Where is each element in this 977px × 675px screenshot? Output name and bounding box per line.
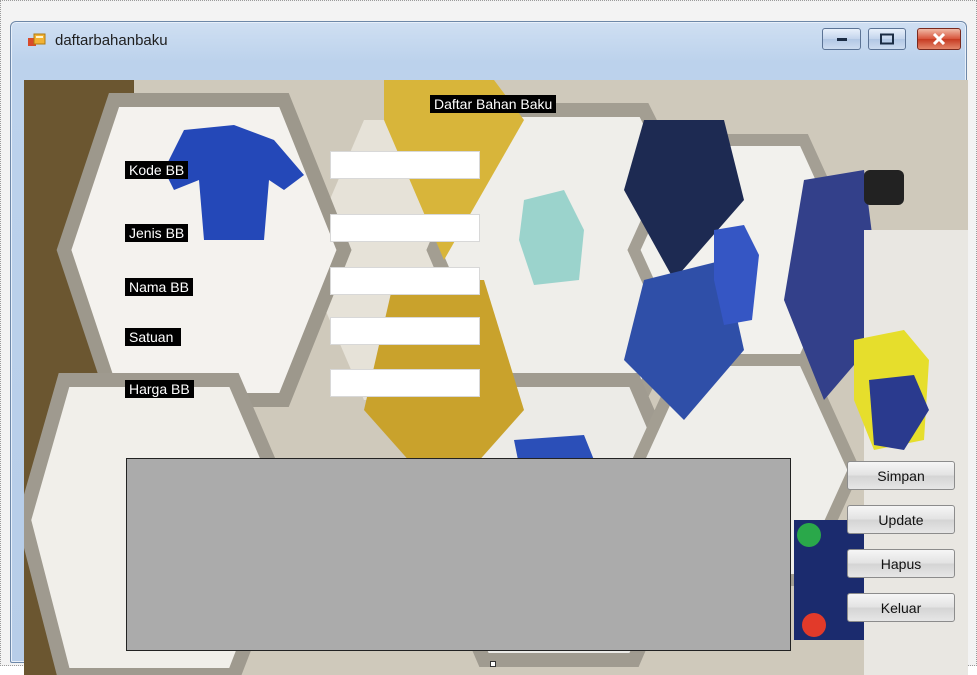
- label-nama-bb: Nama BB: [125, 278, 193, 296]
- resize-handle[interactable]: [490, 661, 496, 667]
- designer-surface: daftarbahanbaku Daftar Bahan Baku Kode B…: [0, 0, 977, 675]
- form-window: daftarbahanbaku Daftar Bahan Baku Kode B…: [10, 21, 968, 675]
- minimize-button[interactable]: [822, 28, 861, 50]
- title-bar[interactable]: daftarbahanbaku: [11, 22, 966, 60]
- nama-bb-input[interactable]: [330, 267, 480, 295]
- simpan-button[interactable]: Simpan: [847, 461, 955, 490]
- label-kode-bb: Kode BB: [125, 161, 189, 179]
- satuan-input[interactable]: [330, 317, 480, 345]
- minimize-icon: [836, 38, 847, 41]
- window-title: daftarbahanbaku: [55, 32, 168, 49]
- maximize-icon: [880, 33, 894, 45]
- hapus-button[interactable]: Hapus: [847, 549, 955, 578]
- form-app-icon: [28, 33, 46, 49]
- form-client-area: Daftar Bahan Baku Kode BB Jenis BB Nama …: [24, 80, 968, 675]
- close-icon: [932, 33, 946, 45]
- maximize-button[interactable]: [868, 28, 906, 50]
- keluar-button[interactable]: Keluar: [847, 593, 955, 622]
- form-heading: Daftar Bahan Baku: [430, 95, 557, 113]
- label-satuan: Satuan: [125, 328, 182, 346]
- update-button[interactable]: Update: [847, 505, 955, 534]
- data-grid[interactable]: [126, 458, 791, 651]
- harga-bb-input[interactable]: [330, 369, 480, 397]
- close-button[interactable]: [917, 28, 961, 50]
- label-jenis-bb: Jenis BB: [125, 224, 189, 242]
- label-harga-bb: Harga BB: [125, 380, 194, 398]
- jenis-bb-input[interactable]: [330, 214, 480, 242]
- kode-bb-input[interactable]: [330, 151, 480, 179]
